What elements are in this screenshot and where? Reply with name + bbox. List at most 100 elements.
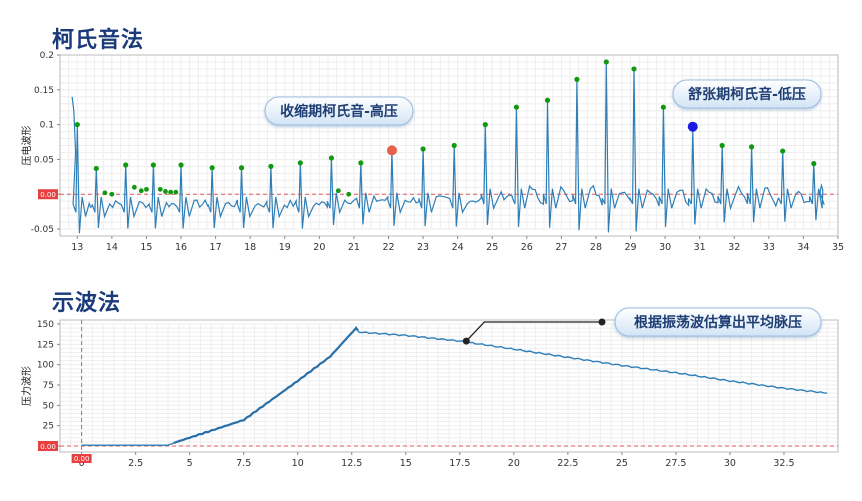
x-tick-label: 25 (616, 458, 628, 469)
beat-peak-marker (603, 59, 609, 65)
x-tick-label: 7.5 (236, 458, 251, 469)
x-tick-label: 21 (348, 242, 360, 253)
systolic-annotation-text: 收缩期柯氏音-高压 (280, 103, 398, 120)
cuff-pressure-line (81, 326, 828, 446)
x-tick-label: 33 (763, 242, 775, 253)
minor-marker (102, 190, 108, 196)
leader-end-dot (598, 318, 606, 326)
minor-marker (131, 184, 137, 190)
x-tick-label: 20 (313, 242, 325, 253)
x-tick-label: 23 (417, 242, 429, 253)
beat-peak-marker (358, 160, 364, 166)
beat-peak-marker (451, 142, 457, 149)
zero-badge-label: 0.00 (40, 443, 56, 451)
y-tick-label: 0.15 (34, 86, 54, 96)
minor-marker (168, 189, 174, 195)
beat-peak-marker (93, 165, 99, 172)
minor-marker (346, 191, 352, 197)
beat-peak-marker (780, 148, 786, 154)
beat-peak-marker (238, 165, 245, 171)
y-tick-label: 0.1 (40, 121, 54, 131)
x-tick-label: 34 (797, 242, 809, 253)
x-tick-label: 31 (694, 242, 706, 253)
diastolic-annotation-text: 舒张期柯氏音-低压 (688, 86, 806, 103)
beat-peak-marker (513, 104, 520, 110)
y-tick-label: -0.05 (31, 225, 54, 235)
beat-peak-marker (178, 162, 184, 168)
systolic-marker (386, 145, 397, 156)
minor-marker (163, 189, 168, 194)
x-tick-label: 28 (590, 242, 602, 253)
beat-peak-marker (297, 160, 303, 166)
beat-peak-marker (150, 162, 156, 168)
x-tick-label: 17 (210, 242, 222, 253)
beat-peak-marker (123, 162, 129, 168)
x-tick-label: 25 (486, 242, 498, 253)
minor-marker (335, 188, 341, 194)
x-tick-label: 5 (187, 458, 193, 469)
x-tick-label: 22.5 (557, 458, 578, 469)
beat-peak-marker (268, 163, 274, 169)
minor-marker (157, 186, 163, 192)
zero-badge-label: 0.00 (40, 191, 56, 199)
beat-peak-marker (482, 122, 488, 128)
y-tick-label: 50 (43, 401, 55, 411)
beat-peak-marker (748, 144, 755, 150)
x-tick-label: 15 (400, 458, 412, 469)
minor-marker (173, 189, 179, 195)
x-tick-label: 35 (832, 242, 844, 253)
x-tick-label: 16 (175, 242, 187, 253)
x-tick-label: 30 (659, 242, 671, 253)
x-tick-label: 29 (624, 242, 636, 253)
x-tick-label: 12.5 (341, 458, 362, 469)
diastolic-marker (687, 121, 698, 132)
x-tick-label: 32 (728, 242, 740, 253)
y-tick-label: 0.05 (34, 155, 54, 165)
x-tick-label: 30 (724, 458, 736, 469)
y-tick-label: 75 (43, 381, 54, 391)
x-tick-label: 27.5 (665, 458, 686, 469)
beat-peak-marker (719, 142, 725, 149)
y-tick-label: 100 (37, 361, 54, 371)
x-tick-label: 22 (382, 242, 394, 253)
x-tick-label: 20 (508, 458, 520, 469)
x-tick-label: 17.5 (449, 458, 470, 469)
beat-peak-marker (574, 76, 580, 82)
x-tick-label: 26 (521, 242, 533, 253)
beat-peak-marker (544, 97, 551, 103)
beat-peak-marker (811, 161, 817, 167)
minor-marker (144, 186, 149, 192)
korotkoff-chart: 0.20.150.10.050-0.0513141516171819202122… (20, 51, 844, 469)
x-tick-label: 27 (555, 242, 567, 253)
x-zero-badge-label: 0.00 (74, 455, 90, 463)
map-annotation-text: 根据振荡波估算出平均脉压 (634, 314, 802, 331)
systolic-annotation: 收缩期柯氏音-高压 (264, 96, 414, 126)
map-marker (462, 337, 470, 345)
x-tick-label: 19 (279, 242, 291, 253)
y-tick-label: 25 (43, 422, 54, 432)
annotation-leader-line (465, 321, 602, 342)
y-tick-label: 150 (37, 320, 54, 330)
minor-marker (138, 188, 144, 194)
beat-peak-marker (328, 155, 335, 161)
y-axis-label: 压力波形 (20, 366, 33, 406)
beat-peak-marker (420, 146, 426, 152)
y-axis-label: 压电波形 (20, 126, 33, 166)
x-tick-label: 14 (106, 242, 118, 253)
beat-peak-marker (209, 165, 215, 171)
x-tick-label: 13 (71, 242, 83, 253)
beat-peak-marker (660, 104, 666, 110)
x-tick-label: 32.5 (773, 458, 794, 469)
x-tick-label: 18 (244, 242, 256, 253)
x-tick-label: 24 (452, 242, 464, 253)
y-tick-label: 0.2 (40, 51, 54, 61)
x-tick-label: 2.5 (128, 458, 143, 469)
beat-peak-marker (74, 122, 80, 128)
diastolic-annotation: 舒张期柯氏音-低压 (672, 79, 822, 109)
x-tick-label: 15 (140, 242, 152, 253)
minor-marker (109, 191, 115, 197)
beat-peak-marker (631, 66, 637, 72)
y-tick-label: 125 (37, 340, 54, 350)
x-tick-label: 10 (292, 458, 304, 469)
map-annotation: 根据振荡波估算出平均脉压 (614, 307, 822, 337)
